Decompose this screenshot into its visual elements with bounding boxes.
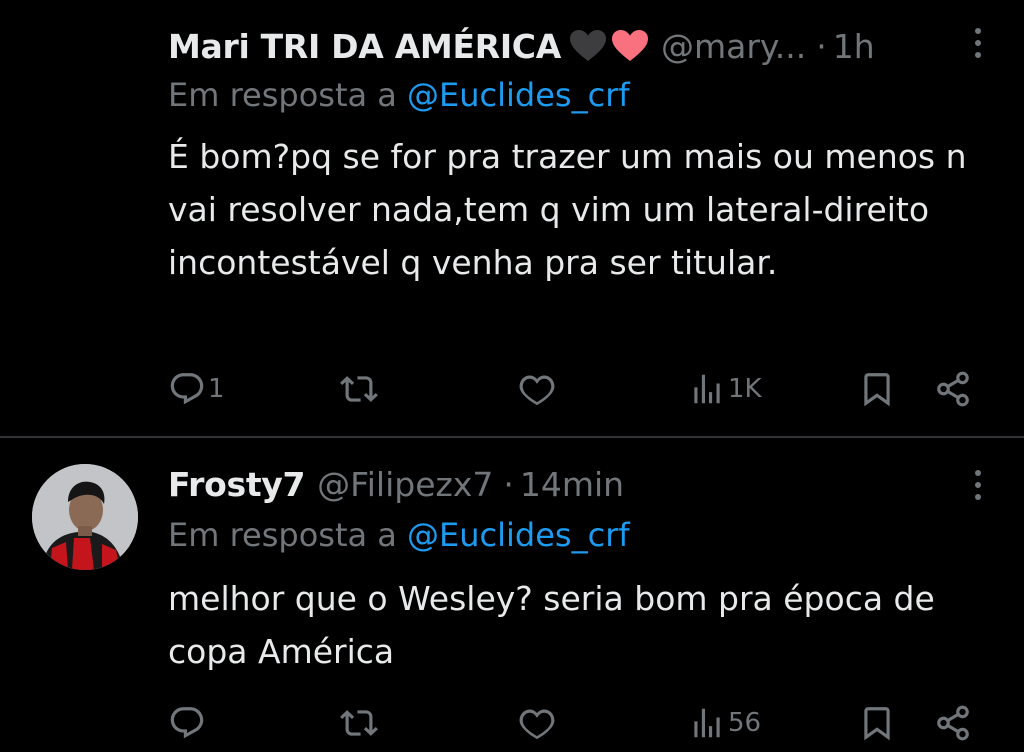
separator-dot: · xyxy=(816,26,827,66)
avatar[interactable] xyxy=(32,464,138,570)
reply-prefix: Em resposta a xyxy=(168,76,397,114)
author-handle[interactable]: @mary... xyxy=(661,27,806,66)
tweet[interactable]: Frosty7 @Filipezx7 · 14min Em resposta a… xyxy=(0,438,1024,752)
views-button[interactable]: 1K xyxy=(688,364,762,414)
reply-button[interactable]: 1 xyxy=(168,364,225,414)
author-handle[interactable]: @Filipezx7 xyxy=(317,465,493,504)
reply-to-link[interactable]: @Euclides_crf xyxy=(407,76,630,114)
tweet-header: Frosty7 @Filipezx7 · 14min xyxy=(168,462,624,506)
like-button[interactable] xyxy=(518,364,558,414)
bookmark-button[interactable] xyxy=(858,698,896,748)
reply-prefix: Em resposta a xyxy=(168,516,397,554)
tweet[interactable]: Mari TRI DA AMÉRICA @mary... · 1h Em res… xyxy=(0,0,1024,437)
bookmark-icon xyxy=(864,707,890,741)
author-name[interactable]: Frosty7 xyxy=(168,465,305,504)
timestamp[interactable]: 1h xyxy=(833,27,875,66)
repost-icon xyxy=(340,710,378,736)
views-button[interactable]: 56 xyxy=(688,698,761,748)
reply-icon xyxy=(170,707,204,739)
views-count: 1K xyxy=(728,374,762,404)
views-count: 56 xyxy=(728,708,762,738)
share-icon xyxy=(937,371,969,407)
reply-context: Em resposta a @Euclides_crf xyxy=(168,516,630,554)
share-button[interactable] xyxy=(934,364,972,414)
pink-heart-icon xyxy=(611,29,649,63)
timestamp[interactable]: 14min xyxy=(520,465,624,504)
action-bar: 1 1K xyxy=(168,364,978,414)
reply-count: 1 xyxy=(208,374,225,404)
reply-icon xyxy=(170,373,204,405)
views-icon xyxy=(694,708,720,738)
separator-dot: · xyxy=(503,464,514,504)
black-heart-icon xyxy=(569,29,607,63)
tweet-header: Mari TRI DA AMÉRICA @mary... · 1h xyxy=(168,24,875,68)
reply-context: Em resposta a @Euclides_crf xyxy=(168,76,630,114)
repost-button[interactable] xyxy=(340,698,380,748)
like-icon xyxy=(519,709,555,740)
action-bar: 56 xyxy=(168,698,978,748)
reply-to-link[interactable]: @Euclides_crf xyxy=(407,516,630,554)
views-icon xyxy=(694,374,720,404)
repost-icon xyxy=(340,376,378,402)
tweet-text: É bom?pq se for pra trazer um mais ou me… xyxy=(168,137,967,282)
like-icon xyxy=(519,375,555,406)
share-button[interactable] xyxy=(934,698,972,748)
tweet-text: melhor que o Wesley? seria bom pra época… xyxy=(168,579,935,671)
bookmark-button[interactable] xyxy=(858,364,896,414)
repost-button[interactable] xyxy=(340,364,380,414)
more-icon[interactable] xyxy=(972,470,984,506)
share-icon xyxy=(937,705,969,741)
author-name[interactable]: Mari TRI DA AMÉRICA xyxy=(168,27,561,66)
like-button[interactable] xyxy=(518,698,558,748)
more-icon[interactable] xyxy=(972,28,984,64)
reply-button[interactable] xyxy=(168,698,208,748)
bookmark-icon xyxy=(864,373,890,407)
